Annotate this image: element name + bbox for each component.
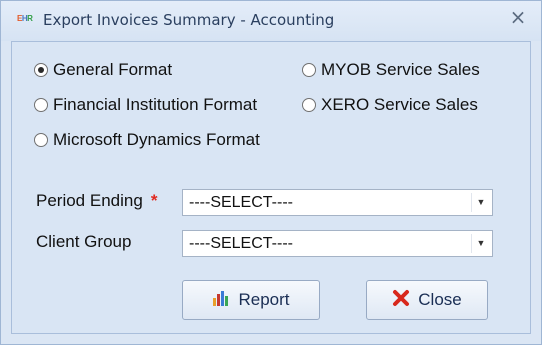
radio-label: Microsoft Dynamics Format <box>53 130 260 149</box>
radio-microsoft-dynamics-format[interactable]: Microsoft Dynamics Format <box>34 130 260 150</box>
report-button-label: Report <box>238 290 290 309</box>
client-group-value: ----SELECT---- <box>189 235 293 252</box>
radio-indicator <box>34 133 48 147</box>
app-logo-icon: EHR <box>17 14 33 23</box>
radio-xero-service-sales[interactable]: XERO Service Sales <box>302 95 478 115</box>
export-invoices-dialog: EHR Export Invoices Summary - Accounting… <box>0 0 542 345</box>
radio-label: General Format <box>53 60 173 79</box>
report-chart-icon <box>212 289 230 312</box>
report-button[interactable]: Report <box>182 280 320 320</box>
period-ending-label: Period Ending * <box>36 191 157 211</box>
radio-indicator <box>302 98 316 112</box>
chevron-down-icon[interactable]: ▼ <box>471 234 490 253</box>
chevron-down-icon[interactable]: ▼ <box>471 193 490 212</box>
window-close-button[interactable]: × <box>507 5 529 29</box>
close-button[interactable]: Close <box>366 280 488 320</box>
close-button-label: Close <box>418 290 462 309</box>
radio-selected-indicator <box>34 63 48 77</box>
period-ending-value: ----SELECT---- <box>189 194 293 211</box>
radio-label: Financial Institution Format <box>53 95 258 114</box>
radio-financial-institution-format[interactable]: Financial Institution Format <box>34 95 257 115</box>
radio-indicator <box>302 63 316 77</box>
radio-label: MYOB Service Sales <box>321 60 480 79</box>
radio-myob-service-sales[interactable]: MYOB Service Sales <box>302 60 480 80</box>
window-title: Export Invoices Summary - Accounting <box>43 11 335 29</box>
close-x-icon <box>392 289 410 312</box>
radio-label: XERO Service Sales <box>321 95 478 114</box>
dialog-body: General Format Financial Institution For… <box>11 41 531 334</box>
radio-indicator <box>34 98 48 112</box>
title-bar[interactable]: EHR Export Invoices Summary - Accounting… <box>1 1 541 41</box>
client-group-select[interactable]: ----SELECT---- ▼ <box>182 230 493 257</box>
period-ending-select[interactable]: ----SELECT---- ▼ <box>182 189 493 216</box>
client-group-label: Client Group <box>36 232 132 251</box>
required-marker: * <box>150 191 158 210</box>
radio-general-format[interactable]: General Format <box>34 60 172 80</box>
period-ending-label-text: Period Ending <box>36 191 143 210</box>
